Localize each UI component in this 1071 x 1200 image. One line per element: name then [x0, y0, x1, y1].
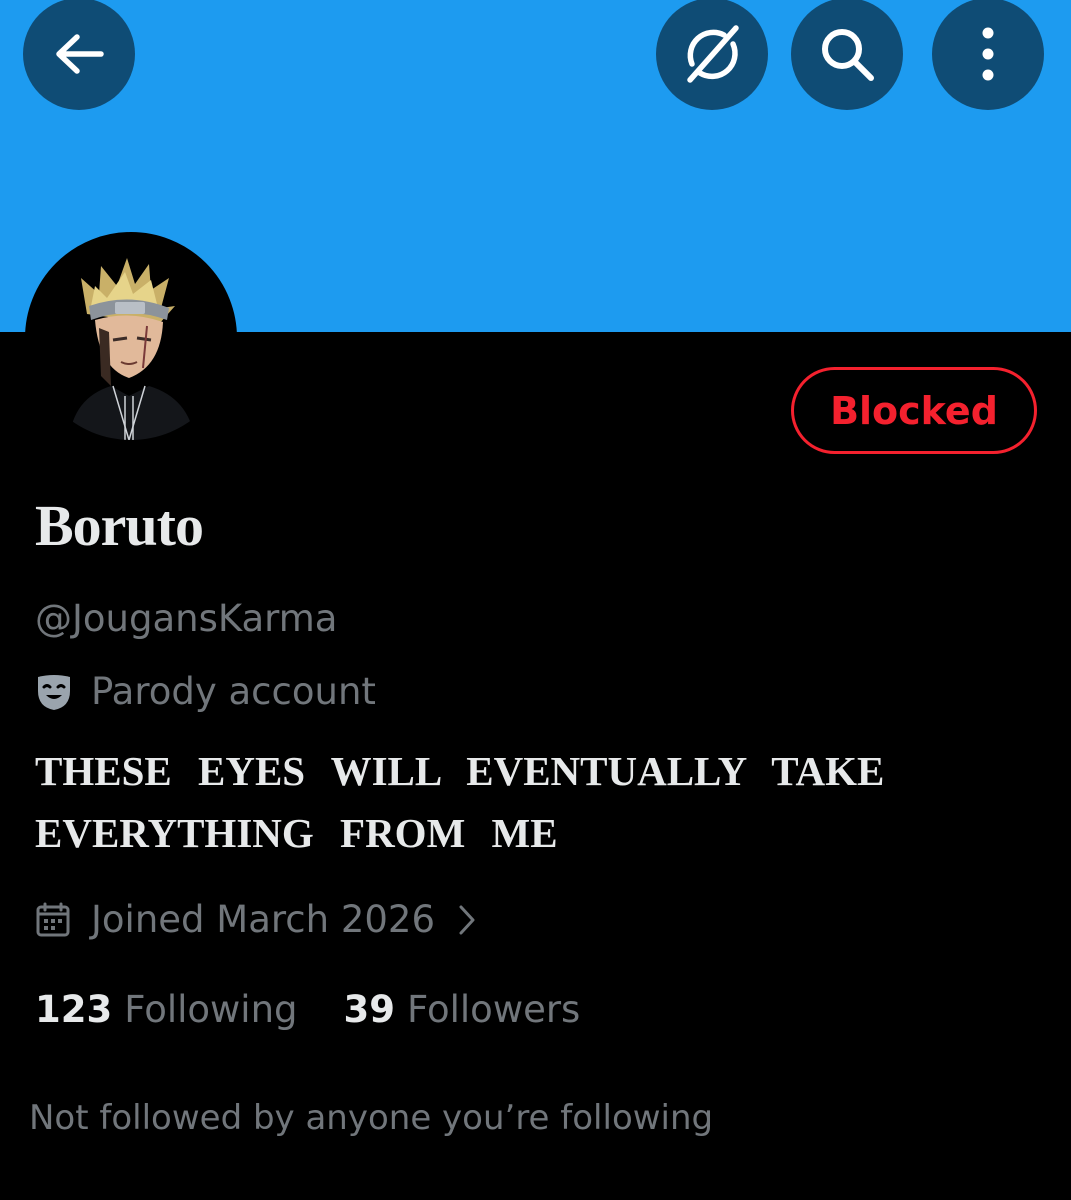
parody-text: Parody account: [91, 670, 376, 713]
joined-date: Joined March 2026: [91, 898, 436, 941]
following-label: Following: [124, 988, 298, 1031]
avatar[interactable]: [25, 232, 237, 444]
following-count: 123: [35, 988, 113, 1031]
back-button[interactable]: [23, 0, 135, 110]
followers-link[interactable]: 39 Followers: [344, 988, 581, 1031]
grok-icon: [687, 25, 739, 83]
avatar-image: [29, 236, 233, 440]
joined-date-row[interactable]: Joined March 2026: [35, 898, 477, 941]
bio-line: THESE EYES WILL EVENTUALLY TAKE: [35, 748, 885, 794]
blocked-button-label: Blocked: [830, 388, 998, 433]
search-icon: [822, 29, 874, 81]
following-link[interactable]: 123 Following: [35, 988, 298, 1031]
theater-mask-icon: [38, 674, 70, 710]
profile-bio: THESE EYES WILL EVENTUALLY TAKE EVERYTHI…: [35, 740, 935, 864]
bio-line: EVERYTHING FROM ME: [35, 810, 558, 856]
blocked-button[interactable]: Blocked: [791, 367, 1037, 454]
parody-label: Parody account: [35, 670, 376, 713]
display-name: Boruto: [35, 493, 204, 558]
search-button[interactable]: [791, 0, 903, 110]
calendar-icon: [36, 902, 70, 936]
more-options-button[interactable]: [932, 0, 1044, 110]
more-vertical-icon: [982, 27, 994, 81]
not-followed-notice: Not followed by anyone you’re following: [29, 1098, 714, 1138]
follow-stats: 123 Following 39 Followers: [35, 988, 626, 1031]
chevron-right-icon: [459, 905, 475, 934]
arrow-left-icon: [56, 34, 104, 74]
grok-button[interactable]: [656, 0, 768, 110]
followers-label: Followers: [407, 988, 581, 1031]
user-handle: @JougansKarma: [35, 597, 338, 640]
followers-count: 39: [343, 988, 396, 1031]
